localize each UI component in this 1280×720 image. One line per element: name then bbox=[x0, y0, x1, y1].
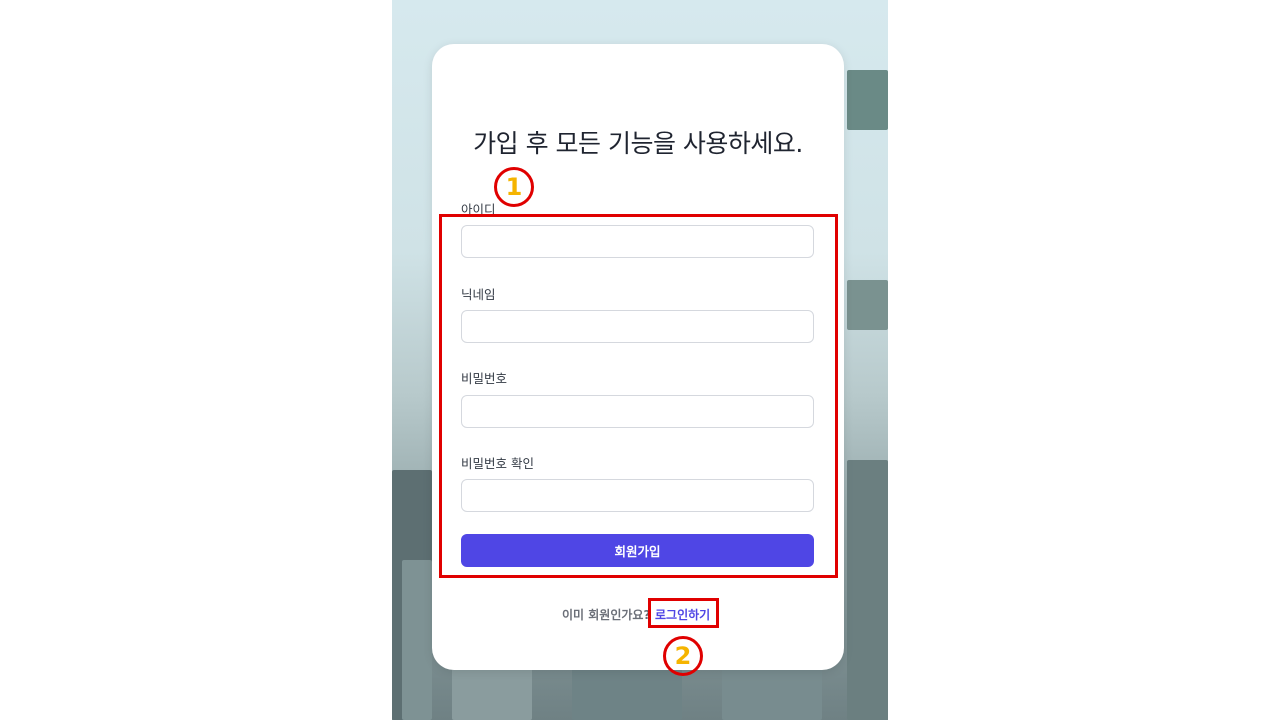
nickname-label: 닉네임 bbox=[461, 287, 496, 302]
password-confirm-input[interactable] bbox=[461, 479, 814, 512]
login-link[interactable]: 로그인하기 bbox=[655, 606, 710, 623]
password-input[interactable] bbox=[461, 395, 814, 428]
username-label: 아이디 bbox=[461, 202, 496, 217]
building-shape bbox=[847, 460, 888, 720]
building-shape bbox=[402, 560, 432, 720]
already-member-text: 이미 회원인가요? bbox=[562, 608, 651, 622]
nickname-input[interactable] bbox=[461, 310, 814, 343]
password-confirm-label: 비밀번호 확인 bbox=[461, 456, 534, 471]
password-label: 비밀번호 bbox=[461, 371, 508, 386]
username-input[interactable] bbox=[461, 225, 814, 258]
callout-marker-1: 1 bbox=[494, 167, 534, 207]
signup-button[interactable]: 회원가입 bbox=[461, 534, 814, 567]
building-shape bbox=[847, 280, 888, 330]
building-shape bbox=[847, 70, 888, 130]
callout-marker-2: 2 bbox=[663, 636, 703, 676]
page-title: 가입 후 모든 기능을 사용하세요. bbox=[473, 129, 803, 158]
